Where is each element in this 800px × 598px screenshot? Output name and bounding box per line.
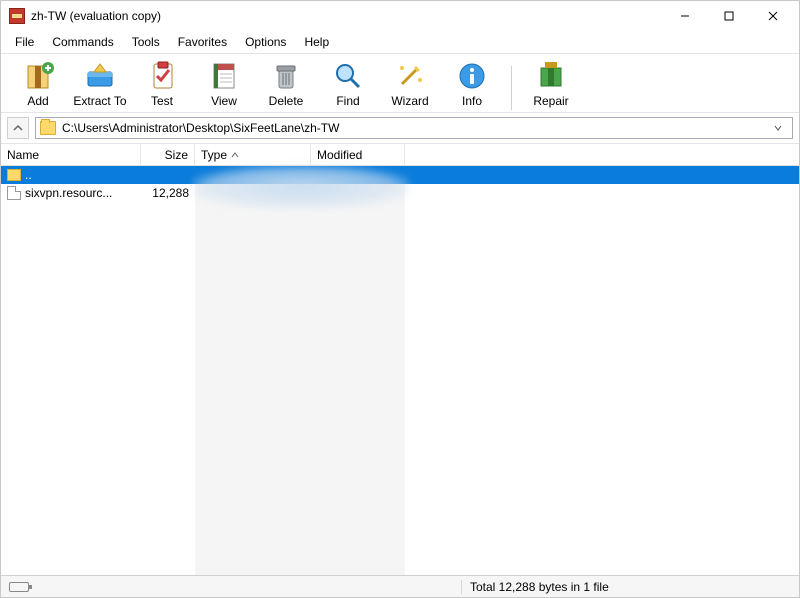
col-size[interactable]: Size [141, 144, 195, 165]
test-label: Test [151, 94, 173, 108]
address-dropdown-icon[interactable] [774, 124, 788, 132]
find-icon [332, 60, 364, 92]
status-bar: Total 12,288 bytes in 1 file [1, 575, 799, 597]
address-field[interactable]: C:\Users\Administrator\Desktop\SixFeetLa… [35, 117, 793, 139]
view-icon [208, 60, 240, 92]
menu-bar: File Commands Tools Favorites Options He… [1, 31, 799, 53]
redaction-blur [193, 166, 409, 208]
repair-button[interactable]: Repair [522, 58, 580, 110]
row-file-name: sixvpn.resourc... [25, 186, 112, 200]
address-bar: C:\Users\Administrator\Desktop\SixFeetLa… [1, 113, 799, 144]
extract-icon [84, 60, 116, 92]
menu-commands[interactable]: Commands [44, 33, 121, 51]
sorted-column-shade [195, 166, 405, 575]
address-path: C:\Users\Administrator\Desktop\SixFeetLa… [62, 121, 768, 135]
extract-button[interactable]: Extract To [71, 58, 129, 110]
info-icon [456, 60, 488, 92]
maximize-button[interactable] [707, 2, 751, 30]
wizard-icon [394, 60, 426, 92]
view-label: View [211, 94, 237, 108]
up-button[interactable] [7, 117, 29, 139]
info-label: Info [462, 94, 482, 108]
archive-add-icon [22, 60, 54, 92]
wizard-label: Wizard [391, 94, 428, 108]
minimize-button[interactable] [663, 2, 707, 30]
col-type[interactable]: Type [195, 144, 311, 165]
find-label: Find [336, 94, 359, 108]
test-icon [146, 60, 178, 92]
close-button[interactable] [751, 2, 795, 30]
repair-icon [535, 60, 567, 92]
file-icon [7, 186, 21, 200]
status-summary: Total 12,288 bytes in 1 file [461, 580, 799, 594]
rows-area[interactable]: .. sixvpn.resourc... 12,288 [1, 166, 799, 575]
menu-favorites[interactable]: Favorites [170, 33, 235, 51]
sort-asc-icon [231, 151, 239, 159]
add-label: Add [27, 94, 48, 108]
window-controls [663, 2, 795, 30]
extract-label: Extract To [73, 94, 126, 108]
find-button[interactable]: Find [319, 58, 377, 110]
menu-options[interactable]: Options [237, 33, 294, 51]
delete-label: Delete [269, 94, 304, 108]
wizard-button[interactable]: Wizard [381, 58, 439, 110]
delete-button[interactable]: Delete [257, 58, 315, 110]
title-bar: zh-TW (evaluation copy) [1, 1, 799, 31]
column-headers: Name Size Type Modified [1, 144, 799, 166]
col-modified[interactable]: Modified [311, 144, 405, 165]
row-file-size: 12,288 [141, 186, 195, 200]
window-title: zh-TW (evaluation copy) [31, 9, 663, 23]
add-button[interactable]: Add [9, 58, 67, 110]
col-type-label: Type [201, 148, 227, 162]
row-parent-name: .. [25, 168, 32, 182]
toolbar: Add Extract To Test View Delete Find W [1, 53, 799, 113]
status-left [1, 582, 461, 592]
menu-help[interactable]: Help [296, 33, 337, 51]
view-button[interactable]: View [195, 58, 253, 110]
menu-file[interactable]: File [7, 33, 42, 51]
toolbar-separator [511, 66, 512, 110]
col-name[interactable]: Name [1, 144, 141, 165]
parent-folder-icon [7, 169, 21, 181]
disk-icon [9, 582, 29, 592]
info-button[interactable]: Info [443, 58, 501, 110]
folder-icon [40, 121, 56, 135]
app-icon [9, 8, 25, 24]
repair-label: Repair [533, 94, 568, 108]
file-list: Name Size Type Modified .. sixvpn.resour… [1, 144, 799, 575]
menu-tools[interactable]: Tools [124, 33, 168, 51]
test-button[interactable]: Test [133, 58, 191, 110]
delete-icon [270, 60, 302, 92]
